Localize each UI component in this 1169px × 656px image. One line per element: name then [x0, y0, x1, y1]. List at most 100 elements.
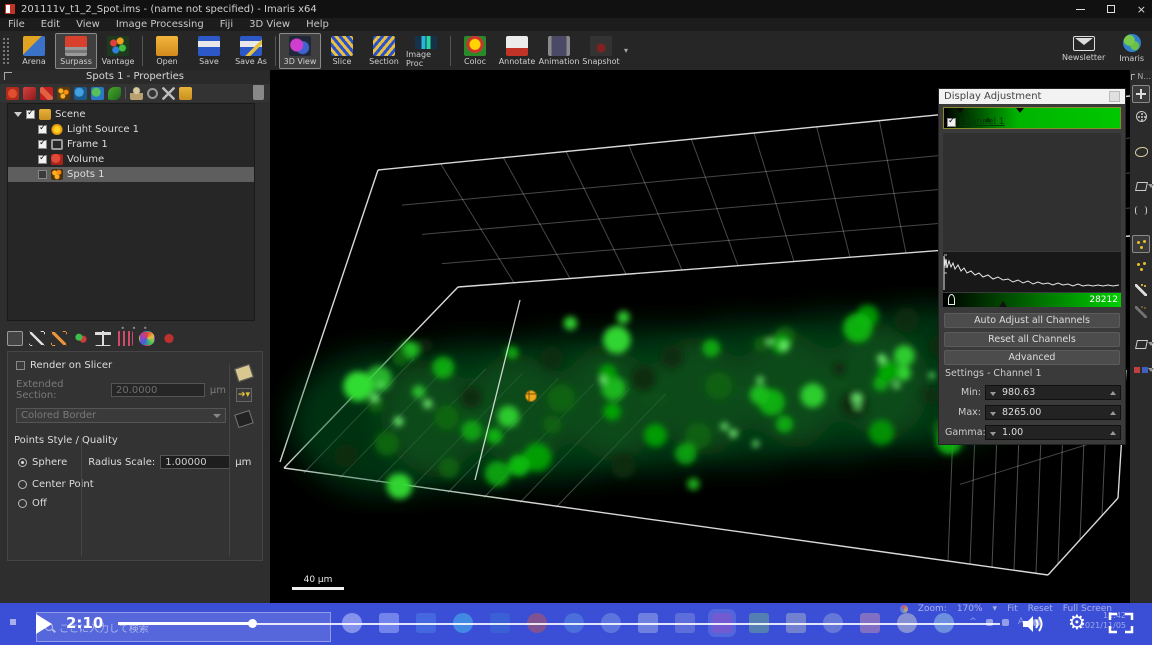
tab-wand-icon[interactable]: [29, 331, 45, 346]
tab-edit-icon[interactable]: [51, 331, 67, 346]
center-point-radio[interactable]: [18, 480, 27, 489]
view-preset-icon[interactable]: [1132, 177, 1150, 195]
max-field[interactable]: 8265.00: [985, 405, 1121, 420]
section-button[interactable]: Section: [363, 33, 405, 69]
delete-icon[interactable]: [253, 87, 264, 100]
fullscreen-icon[interactable]: [1108, 612, 1134, 638]
tab-color-wheel-icon[interactable]: [139, 331, 155, 346]
camera-preset-3-button[interactable]: [234, 410, 254, 428]
clipping-icon[interactable]: [1132, 335, 1150, 353]
slice-button[interactable]: Slice: [321, 33, 363, 69]
tab-color-icon[interactable]: [73, 331, 89, 346]
tree-item-light-source[interactable]: Light Source 1: [8, 122, 254, 137]
advanced-button[interactable]: Advanced: [944, 350, 1120, 365]
frame-bracket-icon[interactable]: [1132, 201, 1150, 219]
channel-name[interactable]: Channel 1: [959, 117, 1005, 127]
min-field[interactable]: 980.63: [985, 385, 1121, 400]
gamma-dropdown-icon[interactable]: [990, 432, 996, 436]
spots-checkbox[interactable]: [38, 170, 47, 179]
off-radio[interactable]: [18, 499, 27, 508]
min-spinner-icon[interactable]: [1110, 391, 1116, 395]
volume-checkbox[interactable]: [38, 155, 47, 164]
tab-filter-icon[interactable]: [95, 331, 111, 346]
tab-spots-icon[interactable]: [7, 331, 23, 346]
3d-view-button[interactable]: 3D View: [279, 33, 321, 69]
render-on-slicer-checkbox[interactable]: [16, 361, 25, 370]
channel-visible-checkbox[interactable]: [947, 118, 956, 127]
ortho-slicer-icon[interactable]: [147, 88, 158, 99]
group-folder-icon[interactable]: [179, 87, 192, 100]
measurement-icon[interactable]: [130, 87, 143, 100]
max-handle-icon[interactable]: [1016, 108, 1024, 113]
toolbar-drag-handle[interactable]: [3, 38, 9, 64]
add-spots-icon[interactable]: [57, 87, 70, 100]
display-adjustment-titlebar[interactable]: Display Adjustment: [939, 89, 1125, 104]
navigate-icon[interactable]: [1132, 107, 1150, 125]
progress-knob[interactable]: [248, 619, 257, 628]
save-as-button[interactable]: Save As: [230, 33, 272, 69]
gamma-spinner-icon[interactable]: [1110, 431, 1116, 435]
maximize-icon[interactable]: [1107, 5, 1115, 13]
add-external-object-icon[interactable]: [23, 87, 36, 100]
newsletter-button[interactable]: Newsletter: [1062, 33, 1105, 63]
settings-gear-icon[interactable]: ⚙: [1068, 610, 1086, 634]
radius-scale-field[interactable]: 1.00000: [160, 455, 230, 469]
channel-strip[interactable]: Channel 1: [943, 107, 1121, 129]
toolbar-overflow-caret-icon[interactable]: ▾: [624, 46, 628, 55]
tab-settings-icon[interactable]: [161, 331, 177, 346]
coloc-button[interactable]: Coloc: [454, 33, 496, 69]
range-min-marker-icon[interactable]: [948, 294, 955, 305]
light-source-checkbox[interactable]: [38, 125, 47, 134]
add-reference-frame-icon[interactable]: [108, 87, 121, 100]
tree-item-scene[interactable]: Scene: [8, 107, 254, 122]
magic-wand-icon[interactable]: [1132, 281, 1150, 299]
max-spinner-icon[interactable]: [1110, 411, 1116, 415]
menu-view[interactable]: View: [68, 19, 108, 30]
spots-tool-icon[interactable]: [1132, 235, 1150, 253]
tree-item-spots[interactable]: Spots 1: [8, 167, 254, 182]
extended-section-field[interactable]: 20.0000: [111, 383, 205, 397]
animation-button[interactable]: Animation: [538, 33, 580, 69]
min-dropdown-icon[interactable]: [990, 392, 996, 396]
add-surfaces-icon[interactable]: [6, 87, 19, 100]
imaris-home-button[interactable]: Imaris: [1119, 33, 1144, 63]
image-proc-button[interactable]: Image Proc: [405, 33, 447, 69]
scene-checkbox[interactable]: [26, 110, 35, 119]
progress-bar[interactable]: [118, 621, 1000, 627]
sphere-radio[interactable]: [18, 458, 27, 467]
menu-help[interactable]: Help: [298, 19, 337, 30]
open-button[interactable]: Open: [146, 33, 188, 69]
vantage-button[interactable]: Vantage: [97, 33, 139, 69]
camera-preset-2-button[interactable]: ➔▾: [236, 388, 252, 402]
surpass-button[interactable]: Surpass: [55, 33, 97, 69]
tree-item-volume[interactable]: Volume: [8, 152, 254, 167]
colored-border-dropdown[interactable]: Colored Border: [16, 408, 226, 423]
auto-adjust-button[interactable]: Auto Adjust all Channels: [944, 313, 1120, 328]
tab-statistics-icon[interactable]: [117, 331, 133, 346]
range-gradient-bar[interactable]: 28212: [943, 293, 1121, 307]
arena-button[interactable]: Arena: [13, 33, 55, 69]
max-dropdown-icon[interactable]: [990, 412, 996, 416]
spots-alt-tool-icon[interactable]: [1132, 257, 1150, 275]
gamma-field[interactable]: 1.00: [985, 425, 1121, 440]
save-button[interactable]: Save: [188, 33, 230, 69]
dock-icon[interactable]: [4, 72, 12, 80]
menu-file[interactable]: File: [0, 19, 33, 30]
minimize-icon[interactable]: [1076, 9, 1085, 10]
close-icon[interactable]: ×: [1137, 4, 1146, 15]
menu-image-processing[interactable]: Image Processing: [108, 19, 212, 30]
annotate-button[interactable]: Annotate: [496, 33, 538, 69]
menu-3d-view[interactable]: 3D View: [241, 19, 298, 30]
add-filaments-icon[interactable]: [40, 87, 53, 100]
expand-caret-icon[interactable]: [14, 112, 22, 117]
menu-edit[interactable]: Edit: [33, 19, 68, 30]
scissors-icon[interactable]: [162, 87, 175, 100]
pointer-select-icon[interactable]: [1132, 85, 1150, 103]
min-handle-icon[interactable]: [956, 108, 964, 113]
stereo-icon[interactable]: [1132, 361, 1150, 379]
menu-fiji[interactable]: Fiji: [212, 19, 241, 30]
play-button[interactable]: [36, 614, 52, 634]
tree-item-frame[interactable]: Frame 1: [8, 137, 254, 152]
lasso-icon[interactable]: [1132, 143, 1150, 161]
volume-icon[interactable]: [1022, 614, 1046, 638]
